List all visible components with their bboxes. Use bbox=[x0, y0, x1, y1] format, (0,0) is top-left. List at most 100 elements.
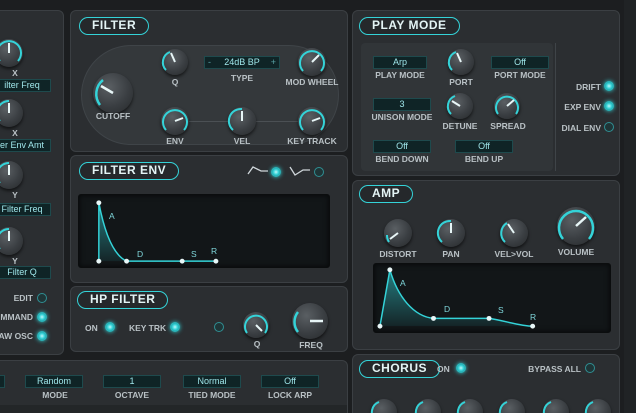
hp-q-knob[interactable] bbox=[243, 312, 269, 338]
arp-panel: Random MODE 1 OCTAVE Normal TIED MODE Of… bbox=[0, 360, 348, 413]
hp-filter-title: HP FILTER bbox=[77, 291, 169, 309]
edit-toggle[interactable] bbox=[37, 293, 47, 303]
hp-on-toggle[interactable] bbox=[105, 322, 115, 332]
port-mode-field[interactable]: Off bbox=[491, 56, 549, 69]
play-mode-title: PLAY MODE bbox=[359, 17, 460, 35]
mod-matrix-panel: X ilter Freq X er Env Amt Y Filter Freq … bbox=[0, 10, 64, 355]
mod-knob-1[interactable] bbox=[0, 39, 23, 67]
arp-octave-label: OCTAVE bbox=[114, 390, 150, 400]
hp-q-label: Q bbox=[253, 339, 261, 349]
bypass-all-toggle[interactable] bbox=[585, 363, 595, 373]
mod-knob-3[interactable] bbox=[0, 161, 23, 189]
drift-toggle[interactable] bbox=[604, 81, 614, 91]
cutoff-label: CUTOFF bbox=[95, 111, 131, 121]
filter-env-title: FILTER ENV bbox=[79, 162, 180, 180]
hp-filter-panel: HP FILTER ON KEY TRK Q FREQ bbox=[70, 286, 348, 352]
mod-target-field-1[interactable]: ilter Freq bbox=[0, 79, 51, 92]
pan-label: PAN bbox=[442, 249, 460, 259]
port-knob[interactable] bbox=[447, 49, 474, 75]
env-shape-icon-a[interactable] bbox=[247, 165, 269, 177]
amp-env-display[interactable]: A D S R bbox=[373, 263, 611, 333]
bend-up-field[interactable]: Off bbox=[455, 140, 513, 153]
filter-env-r-label: R bbox=[211, 246, 218, 256]
dial-env-toggle[interactable] bbox=[604, 122, 614, 132]
filter-type-field[interactable]: - 24dB BP + bbox=[204, 56, 280, 69]
cutoff-knob[interactable] bbox=[93, 73, 133, 113]
hp-q-mod-toggle[interactable] bbox=[214, 322, 224, 332]
filter-type-value: 24dB BP bbox=[224, 57, 260, 67]
bend-up-label: BEND UP bbox=[464, 154, 504, 164]
env-label: ENV bbox=[166, 136, 184, 146]
arp-mode-label: MODE bbox=[42, 390, 68, 400]
chorus-knob-6[interactable] bbox=[584, 399, 611, 413]
mod-label-y-1: Y bbox=[12, 190, 18, 200]
spread-label: SPREAD bbox=[490, 121, 526, 131]
key-track-label: KEY TRACK bbox=[287, 136, 337, 146]
pan-knob[interactable] bbox=[436, 219, 465, 247]
chorus-knob-4[interactable] bbox=[498, 399, 525, 413]
filter-type-plus[interactable]: + bbox=[271, 57, 276, 68]
unison-mode-field[interactable]: 3 bbox=[373, 98, 431, 111]
chorus-panel: CHORUS ON BYPASS ALL bbox=[352, 354, 620, 413]
arp-octave-field[interactable]: 1 bbox=[103, 375, 161, 388]
bend-down-field[interactable]: Off bbox=[373, 140, 431, 153]
command-label: OMMAND bbox=[0, 312, 33, 322]
distort-knob[interactable] bbox=[384, 219, 412, 247]
key-track-knob[interactable] bbox=[298, 107, 326, 135]
mod-label-x-2: X bbox=[12, 128, 18, 138]
volume-label: VOLUME bbox=[557, 247, 595, 257]
chorus-knob-5[interactable] bbox=[542, 399, 569, 413]
hp-freq-label: FREQ bbox=[299, 340, 323, 350]
env-shape-toggle-a[interactable] bbox=[271, 167, 281, 177]
exp-env-toggle[interactable] bbox=[604, 101, 614, 111]
hp-key-trk-toggle[interactable] bbox=[170, 322, 180, 332]
mod-target-field-2[interactable]: er Env Amt bbox=[0, 139, 51, 152]
q-knob[interactable] bbox=[161, 49, 188, 75]
arp-tied-mode-label: TIED MODE bbox=[188, 390, 236, 400]
mod-label-y-2: Y bbox=[12, 256, 18, 266]
raw-osc-toggle[interactable] bbox=[37, 331, 47, 341]
env-shape-icon-b[interactable] bbox=[289, 165, 311, 177]
play-mode-field[interactable]: Arp bbox=[373, 56, 427, 69]
filter-env-display[interactable]: A D S R bbox=[78, 194, 330, 268]
amp-env-s-label: S bbox=[498, 305, 504, 315]
mod-label-x-1: X bbox=[12, 68, 18, 78]
amp-title: AMP bbox=[359, 185, 414, 203]
env-knob[interactable] bbox=[161, 107, 189, 135]
amp-env-a-label: A bbox=[400, 278, 406, 288]
command-toggle[interactable] bbox=[37, 312, 47, 322]
filter-type-minus[interactable]: - bbox=[208, 57, 211, 68]
play-mode-panel: PLAY MODE Arp PLAY MODE PORT Off PORT MO… bbox=[352, 10, 620, 176]
amp-env-d-label: D bbox=[444, 304, 451, 314]
detune-knob[interactable] bbox=[446, 93, 473, 119]
chorus-on-toggle[interactable] bbox=[456, 363, 466, 373]
filter-title: FILTER bbox=[79, 17, 150, 35]
chorus-knob-2[interactable] bbox=[414, 399, 441, 413]
mod-target-field-4[interactable]: Filter Q bbox=[0, 266, 51, 279]
vel-vol-knob[interactable] bbox=[500, 219, 528, 247]
arp-mode-field[interactable]: Random bbox=[25, 375, 83, 388]
distort-label: DISTORT bbox=[379, 249, 417, 259]
mod-target-field-3[interactable]: Filter Freq bbox=[0, 203, 51, 216]
hp-freq-knob[interactable] bbox=[292, 303, 328, 339]
chorus-knob-1[interactable] bbox=[370, 399, 397, 413]
env-shape-toggle-b[interactable] bbox=[314, 167, 324, 177]
spread-knob[interactable] bbox=[494, 93, 520, 119]
volume-knob[interactable] bbox=[557, 207, 595, 245]
play-mode-divider bbox=[555, 43, 556, 171]
detune-label: DETUNE bbox=[442, 121, 478, 131]
mod-knob-2[interactable] bbox=[0, 99, 23, 127]
arp-left-cut-field[interactable] bbox=[0, 375, 5, 388]
amp-env-r-label: R bbox=[530, 312, 537, 322]
hp-key-trk-label: KEY TRK bbox=[129, 323, 167, 333]
mod-wheel-label: MOD WHEEL bbox=[285, 77, 339, 87]
filter-type-label: TYPE bbox=[230, 73, 254, 83]
arp-lock-field[interactable]: Off bbox=[261, 375, 319, 388]
arp-tied-mode-field[interactable]: Normal bbox=[183, 375, 241, 388]
chorus-knob-3[interactable] bbox=[456, 399, 483, 413]
vel-knob[interactable] bbox=[227, 107, 256, 135]
mod-knob-4[interactable] bbox=[0, 227, 23, 255]
raw-osc-label: AW OSC bbox=[0, 331, 33, 341]
mod-wheel-knob[interactable] bbox=[298, 48, 326, 76]
filter-env-a-label: A bbox=[109, 211, 115, 221]
